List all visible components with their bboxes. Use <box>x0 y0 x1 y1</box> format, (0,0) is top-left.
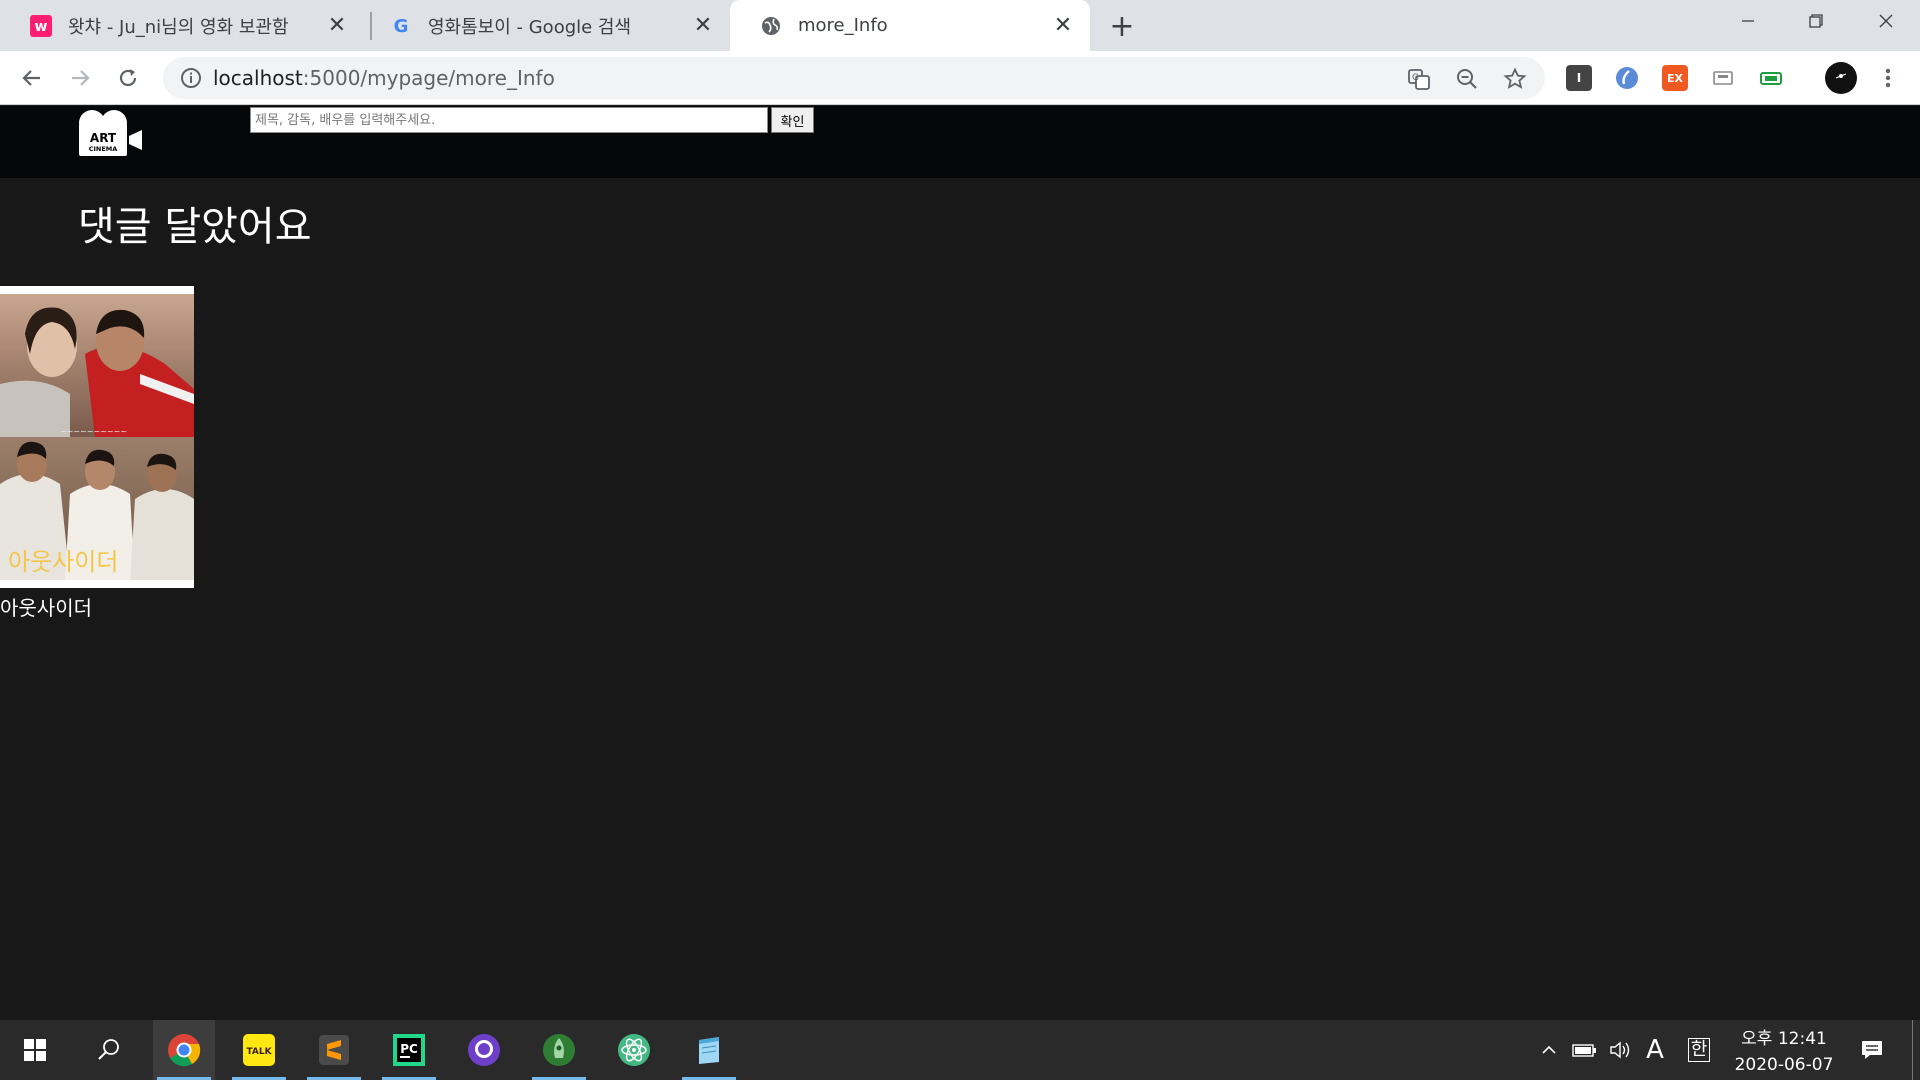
reload-button[interactable] <box>111 61 145 95</box>
address-bar[interactable]: localhost:5000/mypage/more_Info G <box>163 57 1545 99</box>
translate-icon[interactable]: G <box>1406 66 1432 92</box>
close-tab-icon[interactable]: ✕ <box>1050 13 1076 39</box>
windows-start-button[interactable] <box>4 1020 66 1080</box>
taskbar-rocket-app-icon[interactable] <box>528 1020 590 1080</box>
page-title: 댓글 달았어요 <box>78 204 312 250</box>
profile-avatar[interactable] <box>1824 61 1858 95</box>
url-host: localhost <box>213 66 303 90</box>
svg-text:G: G <box>394 16 409 37</box>
notification-center-icon[interactable] <box>1852 1020 1892 1080</box>
taskbar-atom-icon[interactable] <box>603 1020 665 1080</box>
extension-ex-icon[interactable]: EX <box>1662 65 1688 91</box>
movie-poster[interactable]: 아웃사이더 ~~~~~~~~~~ <box>0 286 194 588</box>
site-header: ART CINEMA 확인 <box>0 106 1920 178</box>
clock-date: 2020-06-07 <box>1734 1055 1834 1075</box>
ime-han-label: 한 <box>1687 1038 1711 1062</box>
taskbar-chrome-icon[interactable] <box>153 1020 215 1080</box>
movie-card[interactable]: 아웃사이더 ~~~~~~~~~~ 아웃사이더 <box>0 286 194 621</box>
web-page: ART CINEMA 확인 댓글 달았어요 <box>0 106 1920 1019</box>
svg-text:G: G <box>1412 73 1419 83</box>
browser-toolbar: localhost:5000/mypage/more_Info G I EX <box>0 51 1920 105</box>
movie-title[interactable]: 아웃사이더 <box>0 592 194 621</box>
extension-gray-icon[interactable] <box>1710 65 1736 91</box>
battery-icon[interactable] <box>1568 1020 1602 1080</box>
svg-text:~~~~~~~~~~: ~~~~~~~~~~ <box>60 427 127 436</box>
browser-tab-strip: w 왓챠 - Ju_ni님의 영화 보관함 ✕ G 영화톰보이 - Google… <box>0 0 1920 51</box>
svg-text:w: w <box>35 19 48 35</box>
movie-poster-image: 아웃사이더 ~~~~~~~~~~ <box>0 294 194 580</box>
ime-mode-han[interactable]: 한 <box>1684 1020 1714 1080</box>
tab-title: 왓챠 - Ju_ni님의 영화 보관함 <box>68 16 289 38</box>
show-desktop-button[interactable] <box>1912 1020 1920 1080</box>
taskbar-sublime-text-icon[interactable] <box>303 1020 365 1080</box>
svg-text:TALK: TALK <box>246 1047 272 1057</box>
extension-green-icon[interactable] <box>1758 65 1784 91</box>
svg-text:ART: ART <box>90 131 117 145</box>
bookmark-star-icon[interactable] <box>1502 66 1528 92</box>
minimize-button[interactable] <box>1714 0 1782 42</box>
clock-time: 오후 12:41 <box>1741 1029 1827 1049</box>
search-input[interactable] <box>250 107 768 133</box>
windows-taskbar: TALK PC A 한 오후 12:41 2020-06-07 <box>0 1020 1920 1080</box>
restore-button[interactable] <box>1782 0 1850 42</box>
tab-title: 영화톰보이 - Google 검색 <box>428 16 632 38</box>
close-tab-icon[interactable]: ✕ <box>690 13 716 39</box>
tab-google-search[interactable]: G 영화톰보이 - Google 검색 ✕ <box>360 0 730 51</box>
svg-text:CINEMA: CINEMA <box>89 145 118 153</box>
url-path: :5000/mypage/more_Info <box>302 66 555 90</box>
tab-more-info[interactable]: more_Info ✕ <box>730 0 1090 51</box>
site-info-icon[interactable] <box>179 66 203 90</box>
taskbar-pycharm-icon[interactable]: PC <box>378 1020 440 1080</box>
taskbar-github-desktop-icon[interactable] <box>453 1020 515 1080</box>
volume-icon[interactable] <box>1604 1020 1638 1080</box>
close-tab-icon[interactable]: ✕ <box>324 13 350 39</box>
taskbar-notepad-icon[interactable] <box>678 1020 740 1080</box>
url-text: localhost:5000/mypage/more_Info <box>213 66 555 90</box>
extension-blue-icon[interactable] <box>1614 65 1640 91</box>
search-submit-button[interactable]: 확인 <box>771 107 814 133</box>
svg-text:아웃사이더: 아웃사이더 <box>8 548 118 576</box>
extension-instapaper-icon[interactable]: I <box>1566 65 1592 91</box>
taskbar-kakaotalk-icon[interactable]: TALK <box>228 1020 290 1080</box>
tab-title: more_Info <box>798 15 888 36</box>
globe-icon <box>760 15 782 37</box>
tab-watcha[interactable]: w 왓챠 - Ju_ni님의 영화 보관함 ✕ <box>0 0 364 51</box>
close-window-button[interactable] <box>1852 0 1920 42</box>
show-hidden-icons-chevron[interactable] <box>1534 1020 1564 1080</box>
watcha-icon: w <box>30 14 52 37</box>
google-icon: G <box>390 15 412 37</box>
forward-button[interactable] <box>63 61 97 95</box>
taskbar-search-icon[interactable] <box>78 1020 140 1080</box>
back-button[interactable] <box>15 61 49 95</box>
svg-text:PC: PC <box>400 1042 418 1056</box>
art-cinema-logo[interactable]: ART CINEMA <box>76 108 148 160</box>
taskbar-clock[interactable]: 오후 12:41 2020-06-07 <box>1728 1026 1840 1078</box>
zoom-out-icon[interactable] <box>1454 66 1480 92</box>
ime-mode-a[interactable]: A <box>1640 1020 1670 1080</box>
new-tab-button[interactable]: + <box>1106 9 1138 44</box>
chrome-menu-icon[interactable] <box>1875 65 1901 91</box>
